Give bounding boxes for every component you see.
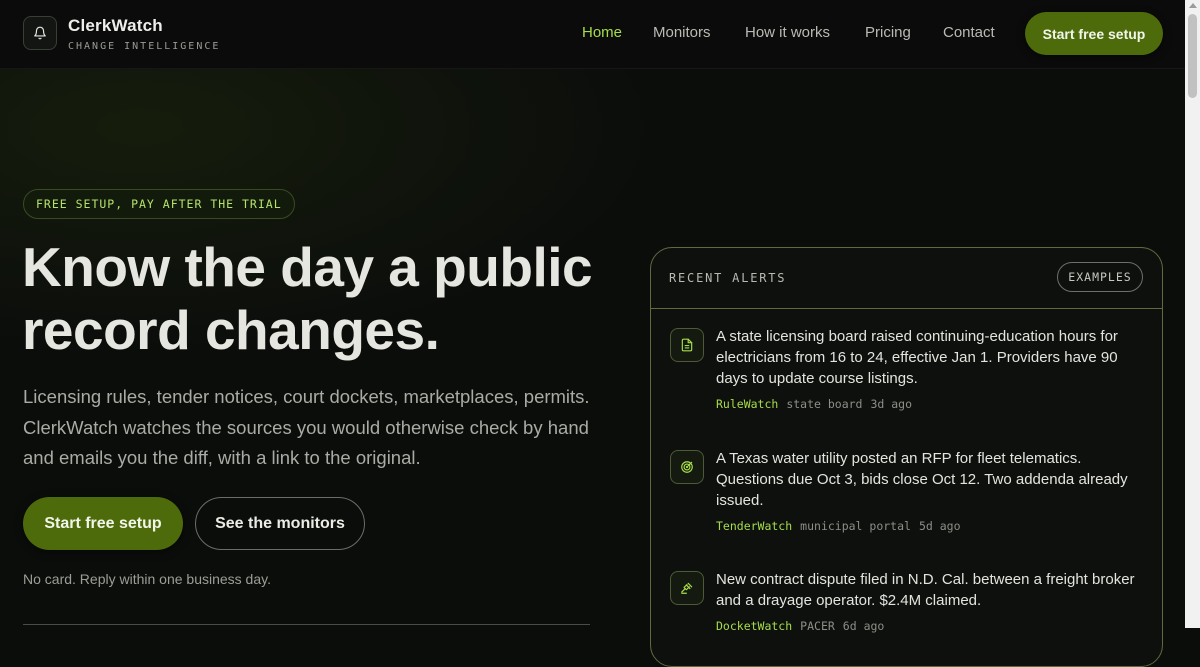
alert-time: 5d ago [918,519,961,533]
examples-pill: EXAMPLES [1057,262,1143,292]
document-icon [670,328,704,362]
nav-contact[interactable]: Contact [943,24,995,41]
alert-text: A state licensing board raised continuin… [716,328,1118,387]
header-start-setup-button[interactable]: Start free setup [1025,12,1163,55]
alert-tag: TenderWatch [716,519,793,533]
alert-source: municipal portal [800,519,911,533]
alert-source: state board [786,397,863,411]
scroll-up-arrow-icon[interactable] [1189,3,1197,8]
alert-tag: DocketWatch [716,619,793,633]
brand-name[interactable]: ClerkWatch [68,16,163,36]
scroll-thumb[interactable] [1188,14,1197,98]
see-monitors-button[interactable]: See the monitors [195,497,365,550]
alert-time: 6d ago [842,619,885,633]
hero-subtitle: Licensing rules, tender notices, court d… [23,386,590,468]
page-scrollbar[interactable] [1185,0,1200,628]
hero-title: Know the day a public record changes. [22,236,593,361]
hero-fine-print: No card. Reply within one business day. [23,571,271,587]
alert-meta: TenderWatch municipal portal 5d ago [716,519,961,533]
alert-time: 3d ago [870,397,913,411]
alert-meta: RuleWatch state board 3d ago [716,397,912,411]
nav-how-it-works[interactable]: How it works [745,24,830,41]
panel-title: RECENT ALERTS [669,271,787,285]
recent-alerts-panel: RECENT ALERTS EXAMPLES A state licensing… [650,247,1163,667]
hero-divider [23,624,590,625]
nav-home[interactable]: Home [582,24,622,41]
bell-icon [34,26,46,40]
alert-tag: RuleWatch [716,397,779,411]
site-header: ClerkWatch CHANGE INTELLIGENCE Home Moni… [0,0,1185,69]
target-icon [670,450,704,484]
gavel-icon [670,571,704,605]
trial-badge: FREE SETUP, PAY AFTER THE TRIAL [23,189,295,219]
logo[interactable] [23,16,57,50]
nav-pricing[interactable]: Pricing [865,24,911,41]
nav-monitors[interactable]: Monitors [653,24,711,41]
brand-tagline: CHANGE INTELLIGENCE [68,41,221,52]
alert-meta: DocketWatch PACER 6d ago [716,619,884,633]
hero-start-setup-button[interactable]: Start free setup [23,497,183,550]
panel-header: RECENT ALERTS EXAMPLES [651,248,1162,309]
alert-text: New contract dispute filed in N.D. Cal. … [716,571,1135,609]
alert-text: A Texas water utility posted an RFP for … [716,450,1128,509]
alert-source: PACER [800,619,835,633]
